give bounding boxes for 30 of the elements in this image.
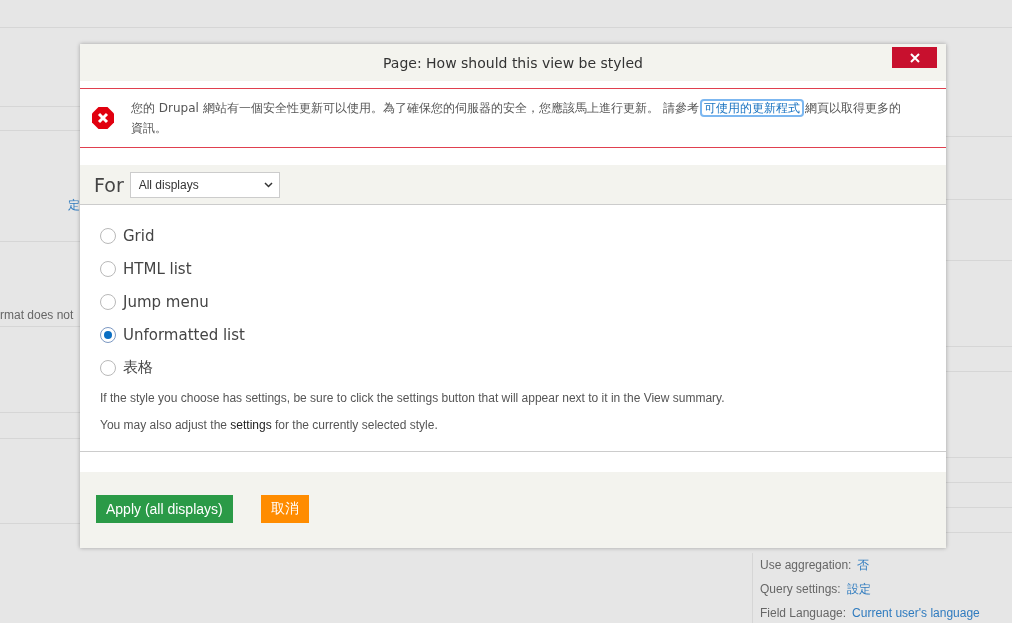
- error-text: 您的 Drupal 網站有一個安全性更新可以使用。為了確保您的伺服器的安全，您應該馬上進行更新。 請參考 可使用的更新程式 網頁以取得更多的資訊。: [131, 100, 902, 137]
- display-select[interactable]: All displays: [129, 171, 280, 198]
- help-text: If the style you choose has settings, be sure to click the settings button that will appear next to it in the View summary.: [100, 390, 726, 406]
- close-icon: [909, 52, 920, 63]
- radio-button[interactable]: [100, 326, 116, 343]
- text-fragment: rmat does not: [0, 308, 74, 324]
- chevron-down-icon: [263, 181, 273, 188]
- option-label[interactable]: 表格: [123, 358, 153, 377]
- setting-label: Field Language:: [760, 606, 847, 620]
- setting-link[interactable]: 否: [857, 556, 870, 574]
- setting-label: Query settings:: [760, 582, 841, 596]
- radio-button[interactable]: [100, 227, 116, 244]
- setting-label: Use aggregation:: [760, 558, 852, 572]
- setting-link[interactable]: 設定: [846, 580, 871, 598]
- dialog-title: Page: How should this view be styled: [383, 54, 643, 71]
- for-label: For: [94, 173, 124, 196]
- option-label[interactable]: Jump menu: [123, 292, 209, 311]
- setting-link[interactable]: Current user's language: [852, 606, 980, 620]
- error-icon: [92, 107, 114, 129]
- option-label[interactable]: Unformatted list: [123, 325, 245, 344]
- help-text: You may also adjust the settings for the currently selected style.: [100, 417, 439, 433]
- updates-link[interactable]: 可使用的更新程式: [701, 101, 802, 115]
- radio-button[interactable]: [100, 293, 116, 310]
- apply-button[interactable]: Apply (all displays): [96, 495, 233, 523]
- radio-button[interactable]: [100, 260, 116, 277]
- option-label[interactable]: Grid: [123, 226, 155, 245]
- link-fragment[interactable]: 定: [68, 197, 80, 218]
- close-button[interactable]: [892, 47, 937, 68]
- option-label[interactable]: HTML list: [123, 259, 192, 278]
- radio-button[interactable]: [100, 359, 116, 376]
